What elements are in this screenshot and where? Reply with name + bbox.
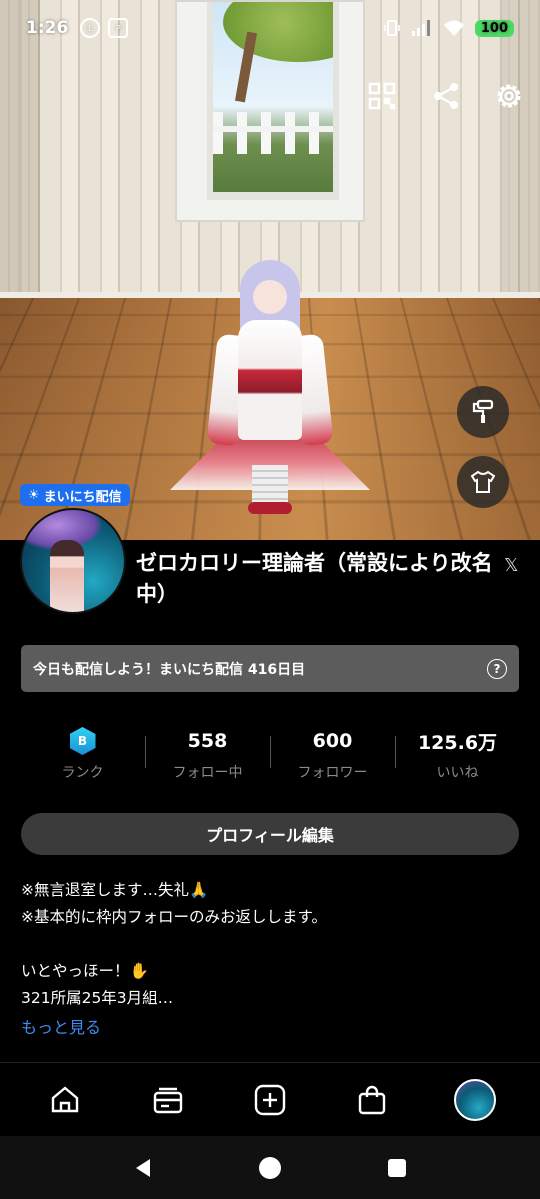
nav-avatar xyxy=(454,1079,496,1121)
profile-avatar[interactable] xyxy=(20,508,126,614)
signal-icon xyxy=(411,19,433,37)
stat-label: フォロワー xyxy=(298,762,368,782)
bio-line: いとやっほー！✋ xyxy=(21,958,521,985)
display-name: ゼロカロリー理論者（常設により改名中） xyxy=(136,548,496,610)
daily-badge-label: まいにち配信 xyxy=(44,486,122,505)
help-icon[interactable]: ? xyxy=(487,659,507,679)
plus-icon[interactable] xyxy=(242,1072,298,1128)
feed-icon[interactable] xyxy=(140,1072,196,1128)
recents-icon[interactable] xyxy=(386,1157,408,1179)
stat-likes[interactable]: 125.6万 いいね xyxy=(395,722,520,786)
status-time: 1:26 xyxy=(26,18,68,38)
profile-tab[interactable] xyxy=(447,1072,503,1128)
stat-label: ランク xyxy=(62,762,104,782)
stat-value: 600 xyxy=(313,726,353,756)
qr-code-icon[interactable] xyxy=(362,76,402,116)
paint-roller-icon[interactable] xyxy=(457,386,509,438)
tshirt-icon[interactable] xyxy=(457,456,509,508)
stat-rank[interactable]: B ランク xyxy=(20,722,145,786)
daily-stream-banner[interactable]: 今日も配信しよう！まいにち配信 416日目 ? xyxy=(21,645,519,692)
x-logo-icon[interactable]: 𝕏 xyxy=(504,555,519,576)
show-more-link[interactable]: もっと見る xyxy=(21,1014,101,1038)
bio-line: 321所属25年3月組… xyxy=(21,985,521,1012)
daily-stream-badge: ☀ まいにち配信 xyxy=(20,484,130,506)
battery-indicator: 100 xyxy=(475,20,514,37)
vibrate-icon xyxy=(383,19,401,37)
profile-stats: B ランク 558 フォロー中 600 フォロワー 125.6万 いいね xyxy=(20,722,520,786)
home-icon[interactable] xyxy=(37,1072,93,1128)
edit-profile-button[interactable]: プロフィール編集 xyxy=(21,813,519,855)
line-app-icon: L xyxy=(80,18,100,38)
stat-value: 125.6万 xyxy=(418,726,497,756)
shopping-bag-icon[interactable] xyxy=(344,1072,400,1128)
avatar-character[interactable] xyxy=(200,250,340,520)
stat-value: 558 xyxy=(188,726,228,756)
sun-icon: ☀ xyxy=(28,488,40,503)
profile-bio: ※無言退室します…失礼🙏 ※基本的に枠内フォローのみお返しします。 いとやっほー… xyxy=(21,877,521,1012)
gear-icon[interactable] xyxy=(489,76,529,116)
home-circle-icon[interactable] xyxy=(258,1156,282,1180)
pay-app-icon: P xyxy=(108,18,128,38)
daily-streak-text: 今日も配信しよう！まいにち配信 416日目 xyxy=(33,659,305,679)
stat-followers[interactable]: 600 フォロワー xyxy=(270,722,395,786)
share-icon[interactable] xyxy=(426,76,466,116)
status-bar: 1:26 L P 100 xyxy=(0,0,540,56)
wifi-icon xyxy=(443,19,465,37)
stat-label: いいね xyxy=(437,762,479,782)
stat-label: フォロー中 xyxy=(173,762,243,782)
stat-following[interactable]: 558 フォロー中 xyxy=(145,722,270,786)
bio-line xyxy=(21,931,521,958)
rank-badge-icon: B xyxy=(70,727,96,755)
system-navigation-bar xyxy=(0,1136,540,1199)
back-icon[interactable] xyxy=(132,1157,154,1179)
bottom-navigation xyxy=(0,1062,540,1136)
bio-line: ※基本的に枠内フォローのみお返しします。 xyxy=(21,904,521,931)
bio-line: ※無言退室します…失礼🙏 xyxy=(21,877,521,904)
